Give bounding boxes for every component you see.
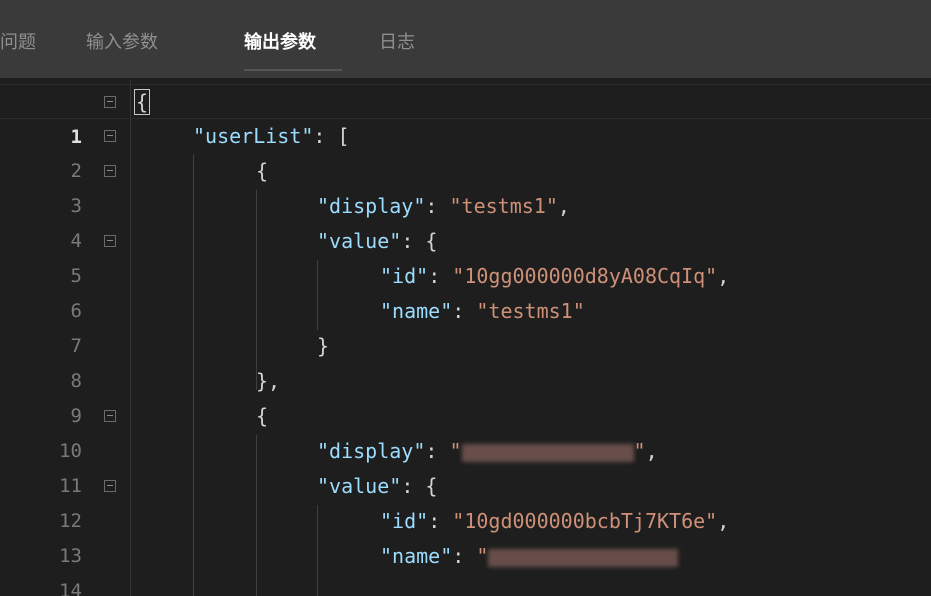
tab-output-params[interactable]: 输出参数 [244,28,316,54]
json-key: value [329,474,390,498]
json-string-value: 10gd000000bcbTj7KT6e [464,509,706,533]
code-line: 10 { [0,399,931,462]
json-key: value [329,229,390,253]
code-text: "value": { [317,474,438,498]
tab-logs[interactable]: 日志 [379,28,415,54]
json-string-value: testms1 [488,299,573,323]
redacted-value [461,443,634,462]
fold-toggle-icon[interactable] [104,235,116,247]
code-line: 4 "display": "testms1", [0,189,931,252]
open-brace: { [134,89,151,115]
json-string-value: 10gg000000d8yA08CqIq [464,264,706,288]
json-key: name [392,544,441,568]
json-key: name [392,299,441,323]
open-brace: { [256,404,269,428]
open-brace: { [256,159,269,183]
punctuation: : { [401,474,438,498]
punctuation: : { [401,229,438,253]
code-text: "value": { [317,229,438,253]
code-text: }, [256,364,280,399]
json-key: userList [205,124,302,148]
json-key: id [392,509,417,533]
punctuation: , [717,264,730,288]
code-line: 6 "id": "10gg000000d8yA08CqIq", [0,259,931,322]
code-text: "userList": [ [193,124,350,148]
tab-bar: 问题 输入参数 输出参数 日志 [0,0,931,78]
fold-toggle-icon[interactable] [104,130,116,142]
punctuation: : [ [313,124,350,148]
gutter-separator [130,80,131,596]
tab-issues[interactable]: 问题 [0,28,36,54]
indent-guide [256,435,257,596]
json-code-editor[interactable]: 1 { 2 "userList": [ 3 { 4 "display": "te… [0,80,931,596]
punctuation: , [645,439,658,463]
indent-guide [193,154,194,596]
json-key: display [329,194,414,218]
redacted-value [488,548,679,567]
code-text: "id": "10gd000000bcbTj7KT6e", [380,509,730,533]
code-text: { [256,154,268,189]
code-line: 3 { [0,154,931,217]
code-text: { [134,85,151,120]
code-text: "name": "testms1" [380,299,585,323]
code-text: "id": "10gg000000d8yA08CqIq", [380,264,730,288]
fold-toggle-icon[interactable] [104,410,116,422]
code-line: 8 } [0,329,931,392]
indent-guide [256,190,257,390]
code-text: } [317,329,329,364]
code-text: { [256,399,268,434]
line-number: 14 [59,580,82,596]
close-brace: } [317,334,330,358]
close-brace: }, [256,369,281,393]
fold-toggle-icon[interactable] [104,480,116,492]
indent-guide [317,260,318,330]
code-text: "display": "testms1", [317,194,570,218]
punctuation: , [557,194,570,218]
code-line: 1 { [0,84,931,148]
json-key: id [392,264,417,288]
fold-toggle-icon[interactable] [104,96,116,108]
code-line: 5 "value": { [0,224,931,287]
punctuation: , [717,509,730,533]
code-line: 13 "id": "10gd000000bcbTj7KT6e", [0,504,931,567]
code-line: 14 "name": " [0,539,931,596]
active-tab-indicator [244,69,342,71]
code-line: 9 }, [0,364,931,427]
tab-input-params[interactable]: 输入参数 [86,28,158,54]
indent-guide [317,505,318,596]
json-string-value: testms1 [461,194,546,218]
code-line: 11 "display": " ", [0,434,931,497]
code-text: "name": " [380,539,679,574]
json-key: display [329,439,414,463]
code-line: 7 "name": "testms1" [0,294,931,357]
fold-toggle-icon[interactable] [104,165,116,177]
code-line: 2 "userList": [ [0,119,931,182]
code-text: "display": " ", [317,439,658,463]
code-line: 12 "value": { [0,469,931,532]
